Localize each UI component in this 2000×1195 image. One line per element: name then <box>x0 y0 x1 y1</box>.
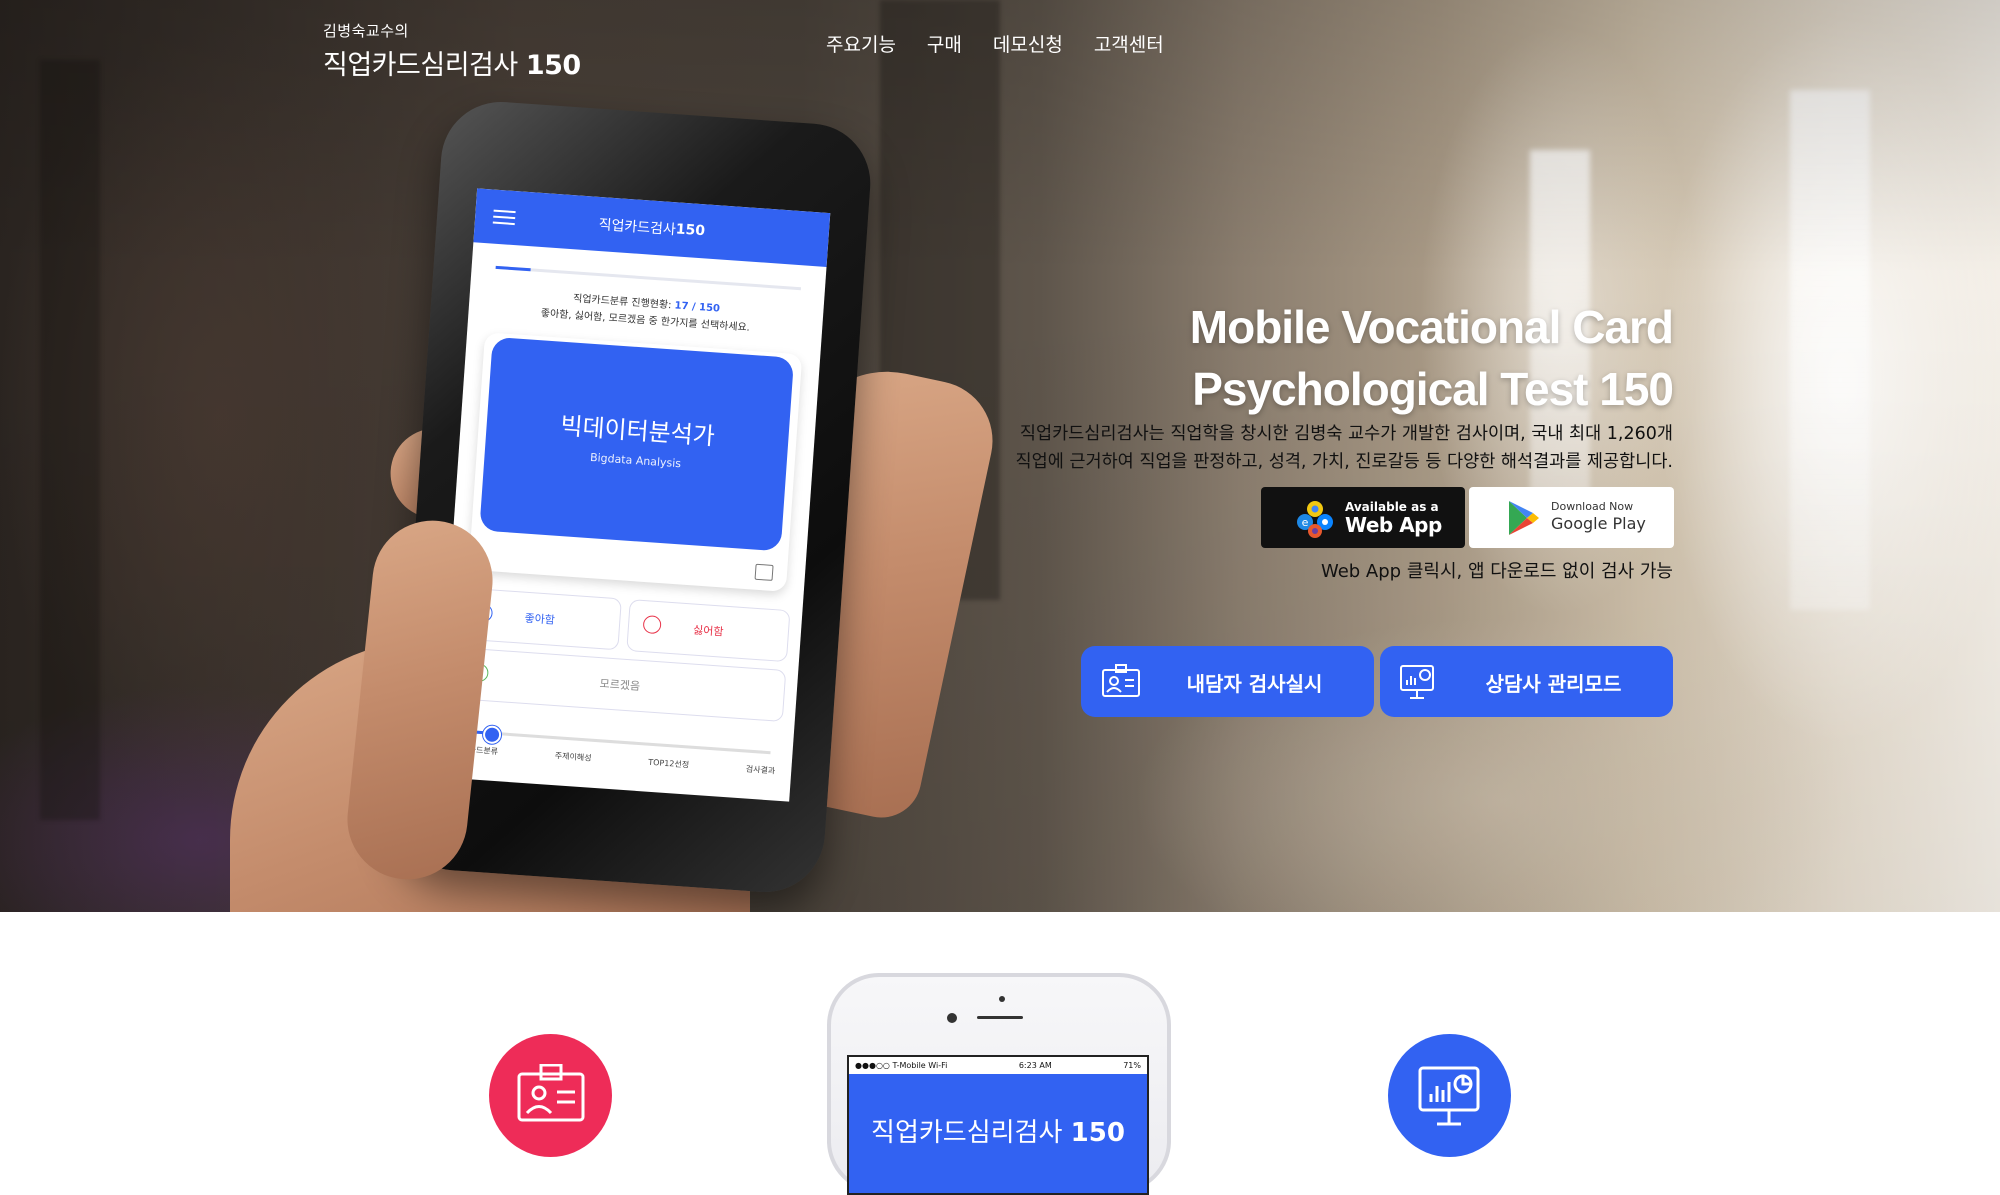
svg-text:e: e <box>1302 516 1309 529</box>
id-card-icon <box>517 1064 585 1122</box>
play-badge-line2: Google Play <box>1551 514 1646 533</box>
browser-icons: e <box>1297 500 1333 538</box>
nav-purchase[interactable]: 구매 <box>927 30 962 57</box>
client-test-label: 내담자 검사실시 <box>1186 672 1323 696</box>
progress-fill <box>495 265 531 272</box>
client-feature-circle <box>489 1034 612 1157</box>
job-card[interactable]: 빅데이터분석가 Bigdata Analysis <box>468 332 803 592</box>
nav-features[interactable]: 주요기능 <box>826 30 896 57</box>
preview-app-title: 직업카드심리검사 150 <box>849 1112 1147 1149</box>
phone-screen: 직업카드검사 150 직업카드분류 진행현황: 17 / 150 좋아함, 싫어함… <box>435 188 831 802</box>
google-play-icon <box>1509 500 1539 535</box>
preview-title-text: 직업카드심리검사 <box>871 1118 1063 1148</box>
status-bar: ●●●○○ T-Mobile Wi-Fi 6:23 AM 71% <box>849 1057 1147 1074</box>
counselor-mode-button[interactable]: 상담사 관리모드 <box>1380 646 1673 717</box>
step-indicator <box>482 725 502 745</box>
presentation-chart-icon <box>1418 1066 1480 1126</box>
app-header: 직업카드검사 150 <box>473 188 831 267</box>
frown-icon <box>642 615 662 635</box>
counselor-mode-label: 상담사 관리모드 <box>1485 672 1622 696</box>
copy-icon[interactable] <box>754 563 774 581</box>
counselor-feature-circle <box>1388 1034 1511 1157</box>
preview-screen: ●●●○○ T-Mobile Wi-Fi 6:23 AM 71% 직업카드심리검… <box>847 1055 1149 1195</box>
webapp-badge[interactable]: e Available as a Web App <box>1261 487 1465 548</box>
site-logo[interactable]: 김병숙교수의 직업카드심리검사 150 <box>323 20 581 82</box>
hero-description-line: 직업카드심리검사는 직업학을 창시한 김병숙 교수가 개발한 검사이며, 국내 … <box>1019 424 1673 444</box>
like-label: 좋아함 <box>524 611 556 627</box>
main-nav: 주요기능 구매 데모신청 고객센터 <box>826 30 1164 57</box>
hero-title-line: Mobile Vocational Card <box>1189 301 1674 353</box>
hero-title-line: Psychological Test 150 <box>1192 363 1674 415</box>
preview-phone: ●●●○○ T-Mobile Wi-Fi 6:23 AM 71% 직업카드심리검… <box>827 973 1171 1195</box>
progress-bar <box>495 265 802 291</box>
dislike-button[interactable]: 싫어함 <box>626 599 791 663</box>
nav-demo-request[interactable]: 데모신청 <box>993 30 1063 57</box>
step-progress: 직업카드분류 주제이해성 TOP12선정 검사결과 <box>453 723 777 785</box>
logo-title: 직업카드심리검사 150 <box>323 43 581 82</box>
webapp-badge-line1: Available as a <box>1345 499 1439 514</box>
step-label: TOP12선정 <box>647 757 690 770</box>
play-badge-line1: Download Now <box>1551 500 1634 513</box>
logo-number: 150 <box>525 50 581 81</box>
carrier-text: ●●●○○ T-Mobile Wi-Fi <box>855 1061 948 1070</box>
clock-text: 6:23 AM <box>1018 1061 1052 1070</box>
preview-title-number: 150 <box>1070 1118 1125 1148</box>
app-header-title: 직업카드검사 <box>598 216 677 239</box>
webapp-badge-line2: Web App <box>1345 512 1442 537</box>
store-badges: e Available as a Web App Download Now Goog… <box>1261 487 1674 548</box>
phone-sensor <box>999 996 1005 1002</box>
hero-title: Mobile Vocational Card Psychological Tes… <box>973 296 1674 420</box>
hero-description-line: 직업에 근거하여 직업을 판정하고, 성격, 가치, 진로갈등 등 다양한 해석… <box>1015 452 1673 472</box>
client-test-button[interactable]: 내담자 검사실시 <box>1081 646 1374 717</box>
logo-title-text: 직업카드심리검사 <box>323 50 518 81</box>
phone-camera <box>947 1013 957 1023</box>
progress-text: 직업카드분류 진행현황: 17 / 150 좋아함, 싫어함, 모르겠음 중 한… <box>468 283 824 342</box>
menu-icon[interactable] <box>492 209 516 229</box>
nav-support[interactable]: 고객센터 <box>1094 30 1164 57</box>
phone-speaker <box>977 1016 1023 1019</box>
google-play-badge[interactable]: Download Now Google Play <box>1469 487 1674 548</box>
battery-text: 71% <box>1123 1061 1141 1070</box>
app-header-number: 150 <box>675 221 706 240</box>
progress-label: 직업카드분류 진행현황: <box>572 293 675 312</box>
unknown-label: 모르겠음 <box>599 677 641 693</box>
hero-description: 직업카드심리검사는 직업학을 창시한 김병숙 교수가 개발한 검사이며, 국내 … <box>773 420 1673 476</box>
webapp-note: Web App 클릭시, 앱 다운로드 없이 검사 가능 <box>1320 561 1673 582</box>
job-card-face: 빅데이터분석가 Bigdata Analysis <box>479 336 795 552</box>
dislike-label: 싫어함 <box>692 623 724 639</box>
logo-subtitle: 김병숙교수의 <box>323 22 409 40</box>
step-label: 주제이해성 <box>554 751 592 763</box>
progress-count: 17 / 150 <box>674 300 721 315</box>
step-label: 검사결과 <box>745 764 776 776</box>
